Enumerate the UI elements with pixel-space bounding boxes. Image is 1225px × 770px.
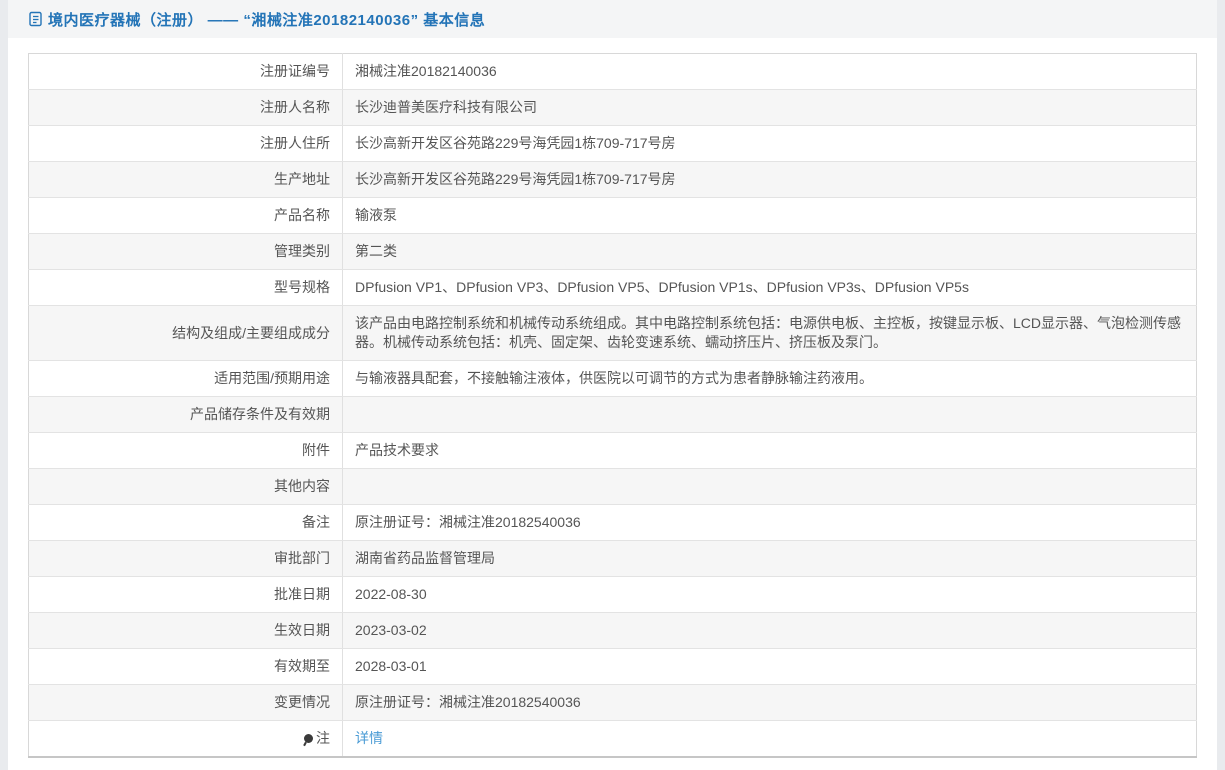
row-value <box>343 397 1197 433</box>
row-value: 与输液器具配套，不接触输注液体，供医院以可调节的方式为患者静脉输注药液用。 <box>343 361 1197 397</box>
page-header: 境内医疗器械（注册） —— “湘械注准20182140036” 基本信息 <box>8 0 1217 38</box>
content-panel: 注册证编号湘械注准20182140036注册人名称长沙迪普美医疗科技有限公司注册… <box>8 38 1217 770</box>
table-row: 审批部门湖南省药品监督管理局 <box>29 541 1197 577</box>
row-value: 原注册证号：湘械注准20182540036 <box>343 505 1197 541</box>
row-label: 变更情况 <box>29 685 343 721</box>
table-row: 注册证编号湘械注准20182140036 <box>29 54 1197 90</box>
table-row: 产品名称输液泵 <box>29 198 1197 234</box>
row-value: 湖南省药品监督管理局 <box>343 541 1197 577</box>
row-value: 第二类 <box>343 234 1197 270</box>
row-label: 生产地址 <box>29 162 343 198</box>
table-row: 有效期至2028-03-01 <box>29 649 1197 685</box>
row-value: 2028-03-01 <box>343 649 1197 685</box>
document-icon <box>28 11 43 27</box>
row-label: 产品储存条件及有效期 <box>29 397 343 433</box>
info-table: 注册证编号湘械注准20182140036注册人名称长沙迪普美医疗科技有限公司注册… <box>28 53 1197 758</box>
row-value: 湘械注准20182140036 <box>343 54 1197 90</box>
table-row: 注册人名称长沙迪普美医疗科技有限公司 <box>29 90 1197 126</box>
detail-link[interactable]: 详情 <box>355 730 383 746</box>
row-label: 有效期至 <box>29 649 343 685</box>
table-row: 生效日期2023-03-02 <box>29 613 1197 649</box>
table-row: 备注原注册证号：湘械注准20182540036 <box>29 505 1197 541</box>
table-row: 变更情况原注册证号：湘械注准20182540036 <box>29 685 1197 721</box>
page-title: 境内医疗器械（注册） —— “湘械注准20182140036” 基本信息 <box>48 9 485 30</box>
table-row: 注详情 <box>29 721 1197 758</box>
table-row: 产品储存条件及有效期 <box>29 397 1197 433</box>
table-row: 型号规格DPfusion VP1、DPfusion VP3、DPfusion V… <box>29 270 1197 306</box>
row-label: 注册证编号 <box>29 54 343 90</box>
row-value: 长沙高新开发区谷苑路229号海凭园1栋709-717号房 <box>343 126 1197 162</box>
row-label: 适用范围/预期用途 <box>29 361 343 397</box>
row-label: 生效日期 <box>29 613 343 649</box>
row-label: 附件 <box>29 433 343 469</box>
row-label: 批准日期 <box>29 577 343 613</box>
row-value <box>343 469 1197 505</box>
info-table-body: 注册证编号湘械注准20182140036注册人名称长沙迪普美医疗科技有限公司注册… <box>29 54 1197 758</box>
row-label: 产品名称 <box>29 198 343 234</box>
row-value: 2023-03-02 <box>343 613 1197 649</box>
row-value: 该产品由电路控制系统和机械传动系统组成。其中电路控制系统包括：电源供电板、主控板… <box>343 306 1197 361</box>
table-row: 注册人住所长沙高新开发区谷苑路229号海凭园1栋709-717号房 <box>29 126 1197 162</box>
row-label: 注 <box>29 721 343 758</box>
pin-icon <box>304 734 313 743</box>
row-label: 管理类别 <box>29 234 343 270</box>
row-label: 备注 <box>29 505 343 541</box>
row-label: 注册人名称 <box>29 90 343 126</box>
row-value: 2022-08-30 <box>343 577 1197 613</box>
table-row: 附件产品技术要求 <box>29 433 1197 469</box>
row-value: 输液泵 <box>343 198 1197 234</box>
table-row: 其他内容 <box>29 469 1197 505</box>
table-row: 适用范围/预期用途与输液器具配套，不接触输注液体，供医院以可调节的方式为患者静脉… <box>29 361 1197 397</box>
row-label: 型号规格 <box>29 270 343 306</box>
row-value: 长沙迪普美医疗科技有限公司 <box>343 90 1197 126</box>
row-label: 结构及组成/主要组成成分 <box>29 306 343 361</box>
table-row: 结构及组成/主要组成成分该产品由电路控制系统和机械传动系统组成。其中电路控制系统… <box>29 306 1197 361</box>
table-row: 管理类别第二类 <box>29 234 1197 270</box>
row-value: 产品技术要求 <box>343 433 1197 469</box>
row-label: 审批部门 <box>29 541 343 577</box>
table-row: 生产地址长沙高新开发区谷苑路229号海凭园1栋709-717号房 <box>29 162 1197 198</box>
row-label: 其他内容 <box>29 469 343 505</box>
row-value: DPfusion VP1、DPfusion VP3、DPfusion VP5、D… <box>343 270 1197 306</box>
row-value: 长沙高新开发区谷苑路229号海凭园1栋709-717号房 <box>343 162 1197 198</box>
row-value[interactable]: 详情 <box>343 721 1197 758</box>
row-label: 注册人住所 <box>29 126 343 162</box>
row-value: 原注册证号：湘械注准20182540036 <box>343 685 1197 721</box>
table-row: 批准日期2022-08-30 <box>29 577 1197 613</box>
